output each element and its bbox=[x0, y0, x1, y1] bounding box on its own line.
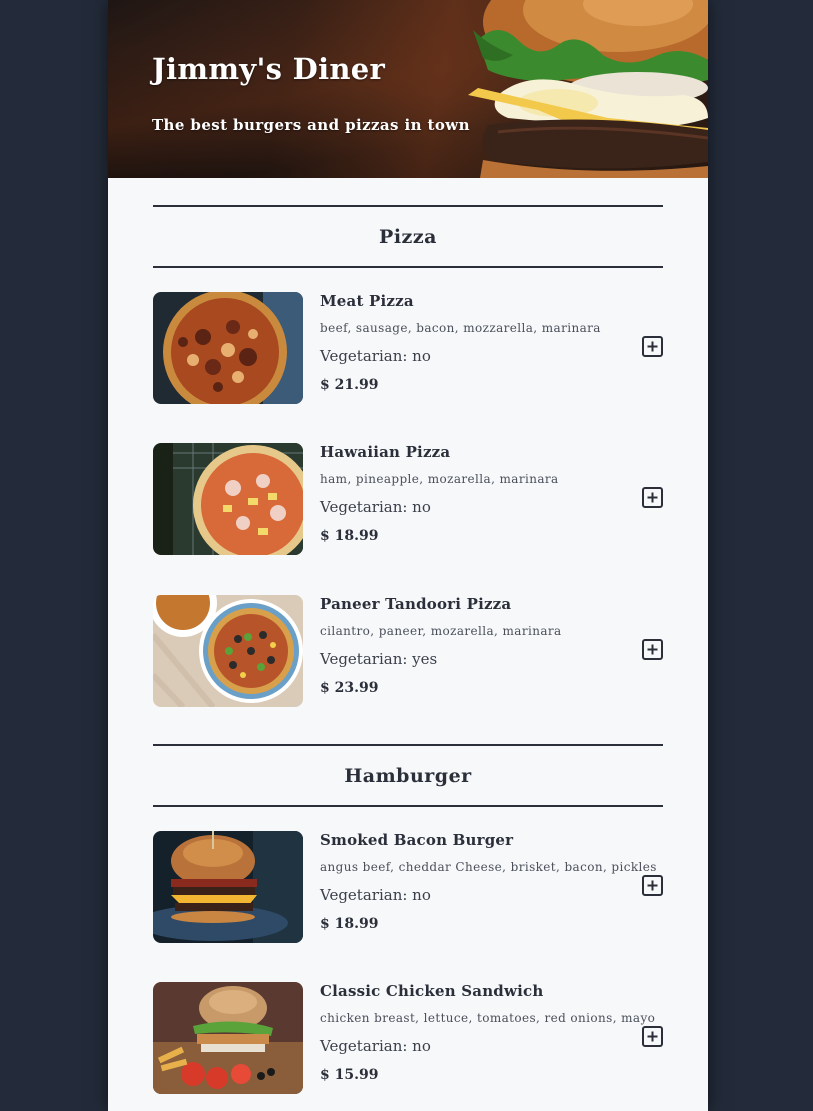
item-vegetarian: Vegetarian: no bbox=[320, 347, 431, 365]
section-title: Pizza bbox=[379, 225, 437, 248]
restaurant-title: Jimmy's Diner bbox=[152, 52, 386, 86]
item-ingredients: beef, sausage, bacon, mozzarella, marina… bbox=[320, 321, 601, 335]
item-vegetarian: Vegetarian: yes bbox=[320, 650, 438, 668]
menu-item: Smoked Bacon Burger angus beef, cheddar … bbox=[153, 831, 663, 944]
bacon-burger-photo bbox=[153, 831, 303, 943]
item-vegetarian: Vegetarian: no bbox=[320, 1037, 431, 1055]
hero-banner: Jimmy's Diner The best burgers and pizza… bbox=[108, 0, 708, 178]
section-header-pizza: Pizza bbox=[153, 205, 663, 268]
chicken-sandwich-photo bbox=[153, 982, 303, 1094]
section-title: Hamburger bbox=[344, 764, 472, 787]
item-ingredients: ham, pineapple, mozarella, marinara bbox=[320, 472, 559, 486]
add-to-order-button[interactable] bbox=[642, 875, 663, 896]
add-to-order-button[interactable] bbox=[642, 639, 663, 660]
item-name: Smoked Bacon Burger bbox=[320, 831, 514, 849]
add-to-order-button[interactable] bbox=[642, 336, 663, 357]
plus-square-icon bbox=[647, 644, 658, 655]
add-to-order-button[interactable] bbox=[642, 487, 663, 508]
item-name: Paneer Tandoori Pizza bbox=[320, 595, 512, 613]
plus-square-icon bbox=[647, 341, 658, 352]
item-ingredients: cilantro, paneer, mozarella, marinara bbox=[320, 624, 562, 638]
item-name: Classic Chicken Sandwich bbox=[320, 982, 544, 1000]
section-header-hamburger: Hamburger bbox=[153, 744, 663, 807]
menu-card: Jimmy's Diner The best burgers and pizza… bbox=[108, 0, 708, 1111]
meat-pizza-photo bbox=[153, 292, 303, 404]
item-name: Hawaiian Pizza bbox=[320, 443, 451, 461]
item-vegetarian: Vegetarian: no bbox=[320, 498, 431, 516]
plus-square-icon bbox=[647, 880, 658, 891]
plus-square-icon bbox=[647, 1031, 658, 1042]
restaurant-subtitle: The best burgers and pizzas in town bbox=[152, 116, 470, 134]
menu-item: Paneer Tandoori Pizza cilantro, paneer, … bbox=[153, 595, 663, 708]
menu-item: Hawaiian Pizza ham, pineapple, mozarella… bbox=[153, 443, 663, 556]
paneer-pizza-photo bbox=[153, 595, 303, 707]
item-price: $ 18.99 bbox=[320, 528, 379, 544]
item-price: $ 15.99 bbox=[320, 1067, 379, 1083]
item-price: $ 18.99 bbox=[320, 916, 379, 932]
hero-burger-image bbox=[468, 0, 708, 178]
item-ingredients: angus beef, cheddar Cheese, brisket, bac… bbox=[320, 860, 657, 874]
item-name: Meat Pizza bbox=[320, 292, 414, 310]
menu-item: Meat Pizza beef, sausage, bacon, mozzare… bbox=[153, 292, 663, 405]
item-price: $ 23.99 bbox=[320, 680, 379, 696]
plus-square-icon bbox=[647, 492, 658, 503]
hawaiian-pizza-photo bbox=[153, 443, 303, 555]
item-vegetarian: Vegetarian: no bbox=[320, 886, 431, 904]
item-price: $ 21.99 bbox=[320, 377, 379, 393]
menu-item: Classic Chicken Sandwich chicken breast,… bbox=[153, 982, 663, 1095]
item-ingredients: chicken breast, lettuce, tomatoes, red o… bbox=[320, 1011, 656, 1025]
add-to-order-button[interactable] bbox=[642, 1026, 663, 1047]
